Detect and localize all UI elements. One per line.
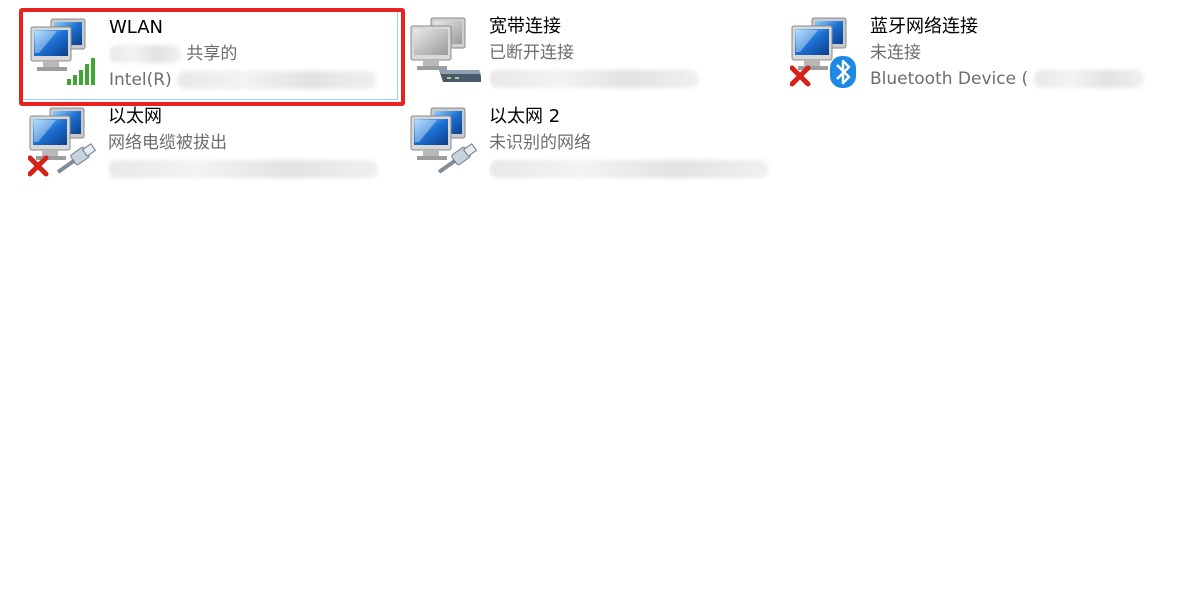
connection-device: Intel(R) [109, 67, 399, 93]
connection-status: 网络电缆被拔出 [108, 133, 227, 153]
connection-broadband[interactable]: 宽带连接 已断开连接 [401, 10, 779, 100]
wlan-icon [29, 17, 101, 89]
connection-status: 未识别的网络 [489, 133, 591, 153]
connection-bluetooth[interactable]: 蓝牙网络连接 未连接 Bluetooth Device ( [782, 10, 1162, 100]
connection-name: 以太网 [108, 106, 162, 127]
connection-wlan[interactable]: WLAN 共享的 Intel(R) [20, 10, 398, 100]
connection-ethernet-2[interactable]: 以太网 2 未识别的网络 [401, 100, 779, 190]
redacted-area [177, 71, 378, 89]
redacted-area [109, 45, 181, 63]
connection-device [108, 156, 398, 182]
connection-ethernet[interactable]: 以太网 网络电缆被拔出 [20, 100, 398, 190]
ethernet-icon [28, 106, 100, 178]
connection-device [489, 66, 779, 92]
bluetooth-icon [830, 56, 856, 88]
redacted-area [489, 160, 769, 178]
connection-status: 共享的 [109, 41, 399, 67]
connection-device [489, 156, 779, 182]
device-text: Bluetooth Device ( [870, 69, 1029, 89]
connection-name: WLAN [109, 17, 164, 38]
connection-name: 以太网 2 [489, 106, 561, 127]
ethernet-cable-icon [56, 143, 97, 174]
connection-status: 未连接 [870, 43, 921, 63]
wifi-signal-icon [67, 58, 95, 85]
connection-status: 已断开连接 [489, 43, 574, 63]
redacted-area [489, 70, 699, 88]
network-connections-list: WLAN 共享的 Intel(R) 宽带连接 已断开连接 蓝牙网络连接 未连接 … [0, 0, 1178, 603]
redacted-area [108, 160, 378, 178]
connection-name: 宽带连接 [489, 16, 561, 37]
ethernet-2-icon [409, 106, 481, 178]
connection-device: Bluetooth Device ( [870, 66, 1160, 92]
bluetooth-connection-icon [790, 16, 862, 88]
redacted-area [1033, 70, 1144, 88]
broadband-icon [409, 16, 481, 88]
connection-name: 蓝牙网络连接 [870, 16, 978, 37]
status-text: 共享的 [186, 44, 238, 64]
modem-icon [439, 70, 481, 82]
ethernet-cable-icon [437, 143, 478, 174]
device-text: Intel(R) [109, 70, 172, 90]
